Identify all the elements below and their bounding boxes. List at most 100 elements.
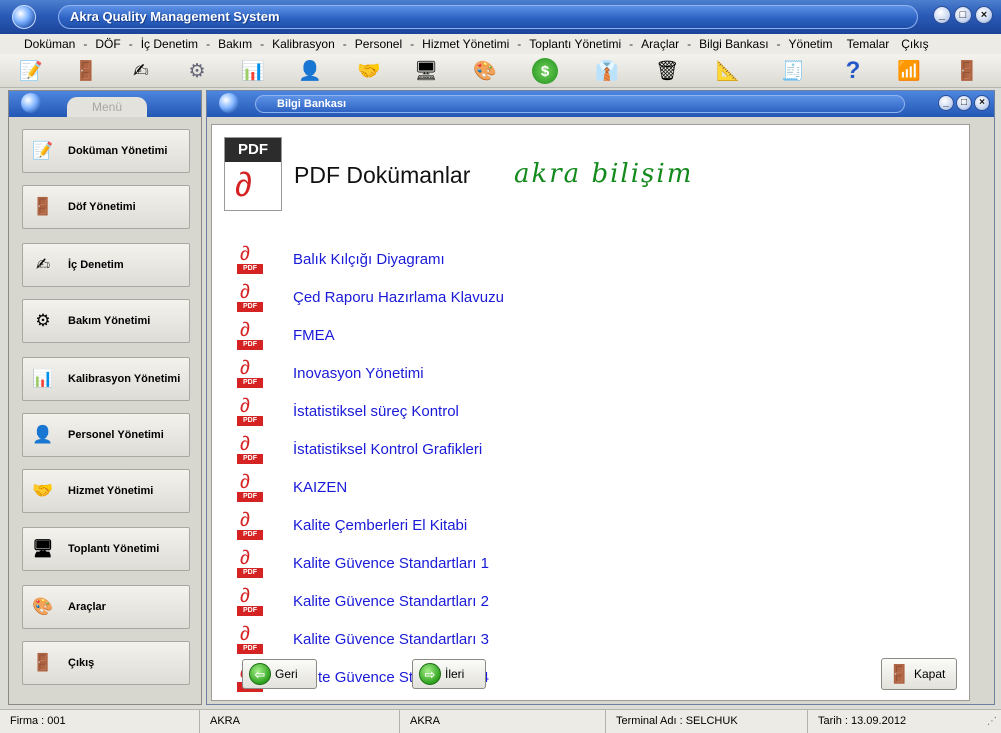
- maximize-icon[interactable]: □: [954, 6, 972, 24]
- document-link[interactable]: KAIZEN: [293, 479, 347, 496]
- pdf-file-icon: ∂PDF: [234, 242, 266, 276]
- side-menu-doc-button[interactable]: 📝 Doküman Yönetimi: [22, 129, 190, 173]
- document-row[interactable]: ∂ PDF Çed Raporu Hazırlama Klavuzu: [234, 280, 504, 314]
- globe-icon[interactable]: [219, 93, 239, 113]
- document-link[interactable]: Kalite Güvence Standartları 1: [293, 555, 489, 572]
- menu-kalibrasyon[interactable]: Kalibrasyon: [270, 37, 337, 51]
- arrow-left-icon: ⇦: [249, 663, 271, 685]
- document-row[interactable]: ∂ PDF Kalite Çemberleri El Kitabi: [234, 508, 467, 542]
- door-exit-icon[interactable]: 🚪: [954, 58, 980, 84]
- pencil-paper-icon[interactable]: ✍: [128, 58, 154, 84]
- menu-separator: -: [629, 37, 634, 51]
- side-menu-kalibrasyon-button[interactable]: 📊 Kalibrasyon Yönetimi: [22, 357, 190, 401]
- side-menu-personel-button[interactable]: 👤 Personel Yönetimi: [22, 413, 190, 457]
- app-globe-icon[interactable]: [12, 5, 36, 29]
- menu-yonetim[interactable]: Yönetim: [787, 37, 835, 51]
- network-icon[interactable]: 📶: [896, 58, 922, 84]
- next-label: İleri: [445, 667, 465, 681]
- document-link[interactable]: FMEA: [293, 327, 335, 344]
- document-row[interactable]: ∂ PDF Balık Kılçığı Diyagramı: [234, 242, 445, 276]
- side-menu-label: Araçlar: [68, 601, 106, 613]
- chart-board-icon: 📊: [32, 369, 54, 388]
- notepad-pen-icon[interactable]: 📝: [18, 58, 44, 84]
- document-link[interactable]: Inovasyon Yönetimi: [293, 365, 424, 382]
- menu-separator: -: [687, 37, 692, 51]
- document-row[interactable]: ∂ PDF KAIZEN: [234, 470, 347, 504]
- chart-board-icon[interactable]: 📊: [240, 58, 266, 84]
- menu-separator: -: [517, 37, 522, 51]
- menu-dof[interactable]: DÖF: [93, 37, 122, 51]
- cash-register-icon[interactable]: 🧾: [780, 58, 806, 84]
- document-link[interactable]: Kalite Çemberleri El Kitabi: [293, 517, 467, 534]
- minimize-icon[interactable]: _: [938, 95, 954, 111]
- pdf-file-icon: ∂PDF: [234, 280, 266, 314]
- door-person-icon[interactable]: 🚪: [73, 58, 99, 84]
- side-menu-cikis-button[interactable]: 🚪 Çıkış: [22, 641, 190, 685]
- menu-bakim[interactable]: Bakım: [216, 37, 254, 51]
- menu-personel[interactable]: Personel: [353, 37, 404, 51]
- document-link[interactable]: İstatistiksel Kontrol Grafikleri: [293, 441, 482, 458]
- pdf-file-icon: ∂PDF: [234, 622, 266, 656]
- handshake-icon: 🤝: [32, 481, 54, 500]
- person-trash-icon[interactable]: 🗑: [654, 58, 680, 84]
- document-row[interactable]: ∂ PDF İstatistiksel süreç Kontrol: [234, 394, 459, 428]
- menu-araclar[interactable]: Araçlar: [639, 37, 681, 51]
- document-link[interactable]: Kalite Güvence Standartları 2: [293, 593, 489, 610]
- menu-toplanti[interactable]: Toplantı Yönetimi: [527, 37, 623, 51]
- side-menu-tab[interactable]: Menü: [67, 97, 147, 117]
- help-question-icon[interactable]: ?: [840, 58, 866, 84]
- document-link[interactable]: İstatistiksel süreç Kontrol: [293, 403, 459, 420]
- menu-separator: -: [206, 37, 211, 51]
- side-menu-label: İç Denetim: [68, 259, 124, 271]
- document-row[interactable]: ∂ PDF Kalite Güvence Standartları 1: [234, 546, 489, 580]
- document-link[interactable]: Balık Kılçığı Diyagramı: [293, 251, 445, 268]
- maximize-icon[interactable]: □: [956, 95, 972, 111]
- side-menu-ic-denetim-button[interactable]: ✍ İç Denetim: [22, 243, 190, 287]
- menu-bilgi-bankasi[interactable]: Bilgi Bankası: [697, 37, 770, 51]
- content-window-controls: _ □ ×: [938, 95, 990, 111]
- meeting-computer-icon[interactable]: 🖥: [413, 58, 439, 84]
- back-button[interactable]: ⇦ Geri: [242, 659, 317, 689]
- content-window-header: Bilgi Bankası _ □ ×: [207, 91, 994, 117]
- compass-icon[interactable]: 📐: [715, 58, 741, 84]
- close-icon[interactable]: ×: [975, 6, 993, 24]
- next-button[interactable]: ⇨ İleri: [412, 659, 486, 689]
- document-row[interactable]: ∂ PDF Inovasyon Yönetimi: [234, 356, 424, 390]
- handshake-icon[interactable]: 🤝: [356, 58, 382, 84]
- side-menu-dof-button[interactable]: 🚪 Döf Yönetimi: [22, 185, 190, 229]
- business-person-icon[interactable]: 👔: [594, 58, 620, 84]
- person-icon[interactable]: 👤: [297, 58, 323, 84]
- pdf-file-icon: ∂PDF: [234, 508, 266, 542]
- document-link[interactable]: Kalite Güvence Standartları 3: [293, 631, 489, 648]
- close-window-button[interactable]: 🚪 Kapat: [881, 658, 957, 690]
- resize-grip-icon[interactable]: ⋰: [987, 716, 997, 727]
- pdf-file-icon: ∂PDF: [234, 584, 266, 618]
- globe-icon[interactable]: [21, 93, 41, 113]
- document-row[interactable]: ∂ PDF Kalite Güvence Standartları 3: [234, 622, 489, 656]
- side-menu-toplanti-button[interactable]: 🖥 Toplantı Yönetimi: [22, 527, 190, 571]
- status-field-3: AKRA: [400, 710, 606, 733]
- menu-ic-denetim[interactable]: İç Denetim: [139, 37, 200, 51]
- minimize-icon[interactable]: _: [933, 6, 951, 24]
- menu-hizmet[interactable]: Hizmet Yönetimi: [420, 37, 511, 51]
- pdf-header-label: PDF: [225, 138, 281, 162]
- gears-icon[interactable]: ⚙: [184, 58, 210, 84]
- side-menu-label: Personel Yönetimi: [68, 429, 164, 441]
- side-menu-hizmet-button[interactable]: 🤝 Hizmet Yönetimi: [22, 469, 190, 513]
- side-menu-araclar-button[interactable]: 🎨 Araçlar: [22, 585, 190, 629]
- menu-separator: -: [128, 37, 133, 51]
- toolbar: 📝 🚪 ✍ ⚙ 📊 👤 🤝 🖥 🎨 $ 👔 🗑 📐 🧾 ? 📶 🚪: [0, 54, 1001, 88]
- close-icon[interactable]: ×: [974, 95, 990, 111]
- document-link[interactable]: Çed Raporu Hazırlama Klavuzu: [293, 289, 504, 306]
- color-blocks-icon: 🎨: [32, 597, 54, 616]
- document-row[interactable]: ∂ PDF FMEA: [234, 318, 335, 352]
- menu-doc[interactable]: Doküman: [22, 37, 77, 51]
- menu-cikis[interactable]: Çıkış: [899, 37, 930, 51]
- document-row[interactable]: ∂ PDF İstatistiksel Kontrol Grafikleri: [234, 432, 482, 466]
- document-row[interactable]: ∂ PDF Kalite Güvence Standartları 2: [234, 584, 489, 618]
- menu-temalar[interactable]: Temalar: [845, 37, 892, 51]
- dollar-coin-icon[interactable]: $: [532, 58, 558, 84]
- side-menu-bakim-button[interactable]: ⚙ Bakım Yönetimi: [22, 299, 190, 343]
- color-blocks-icon[interactable]: 🎨: [472, 58, 498, 84]
- menu-bar: Doküman - DÖF - İç Denetim - Bakım - Kalibra…: [0, 34, 1001, 54]
